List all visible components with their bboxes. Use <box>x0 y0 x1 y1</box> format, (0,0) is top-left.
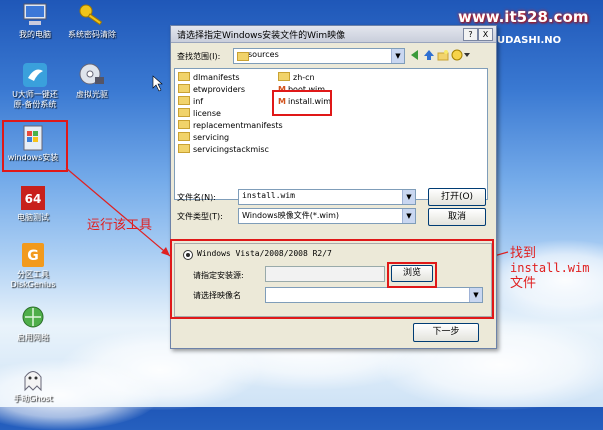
next-button[interactable]: 下一步 <box>413 323 479 342</box>
list-item[interactable]: servicingstackmisc <box>178 144 269 155</box>
chevron-down-icon: ▼ <box>402 209 415 223</box>
help-button[interactable]: ? <box>463 28 478 41</box>
chevron-down-icon: ▼ <box>391 49 404 63</box>
list-item[interactable]: dlmanifests <box>178 72 240 83</box>
new-folder-icon[interactable] <box>437 49 449 61</box>
list-item[interactable]: replacementmanifests <box>178 120 283 131</box>
dialog-titlebar: 请选择指定Windows安装文件的Wim映像 ? X <box>171 26 496 43</box>
filename-field[interactable]: install.wim ▼ <box>238 189 416 205</box>
list-item[interactable]: license <box>178 108 221 119</box>
close-button[interactable]: X <box>478 28 493 41</box>
annotation-find-line2: install.wim <box>510 261 590 275</box>
list-item[interactable]: inf <box>178 96 203 107</box>
lookin-label: 查找范围(I): <box>177 52 221 61</box>
dialog-title: 请选择指定Windows安装文件的Wim映像 <box>177 31 346 41</box>
install-wim-highlight <box>272 90 332 116</box>
annotation-find-line1: 找到 <box>510 246 537 261</box>
list-item[interactable]: servicing <box>178 132 229 143</box>
folder-icon <box>178 108 190 117</box>
open-button[interactable]: 打开(O) <box>428 188 486 206</box>
folder-icon <box>178 84 190 93</box>
filetype-label: 文件类型(T): <box>177 212 223 221</box>
folder-icon <box>178 144 190 153</box>
folder-icon <box>178 132 190 141</box>
folder-icon <box>178 72 190 81</box>
browse-highlight <box>387 262 437 288</box>
folder-icon <box>278 72 290 81</box>
cancel-button[interactable]: 取消 <box>428 208 486 226</box>
installer-highlight <box>170 239 494 319</box>
lookin-combo[interactable]: sources ▼ <box>233 48 405 64</box>
file-list[interactable]: dlmanifests etwproviders inf license rep… <box>174 68 488 200</box>
chevron-down-icon: ▼ <box>402 190 415 204</box>
folder-icon <box>237 52 249 61</box>
view-menu-icon[interactable] <box>451 49 471 61</box>
annotation-find-line3: 文件 <box>510 276 537 291</box>
up-folder-icon[interactable] <box>423 49 435 61</box>
filename-label: 文件名(N): <box>177 193 216 202</box>
filetype-select[interactable]: Windows映像文件(*.wim) ▼ <box>238 208 416 224</box>
annotation-run-tool: 运行该工具 <box>87 218 153 233</box>
back-icon[interactable] <box>409 49 421 61</box>
folder-icon <box>178 120 190 129</box>
list-item[interactable]: zh-cn <box>278 72 315 83</box>
folder-icon <box>178 96 190 105</box>
list-item[interactable]: etwproviders <box>178 84 245 95</box>
